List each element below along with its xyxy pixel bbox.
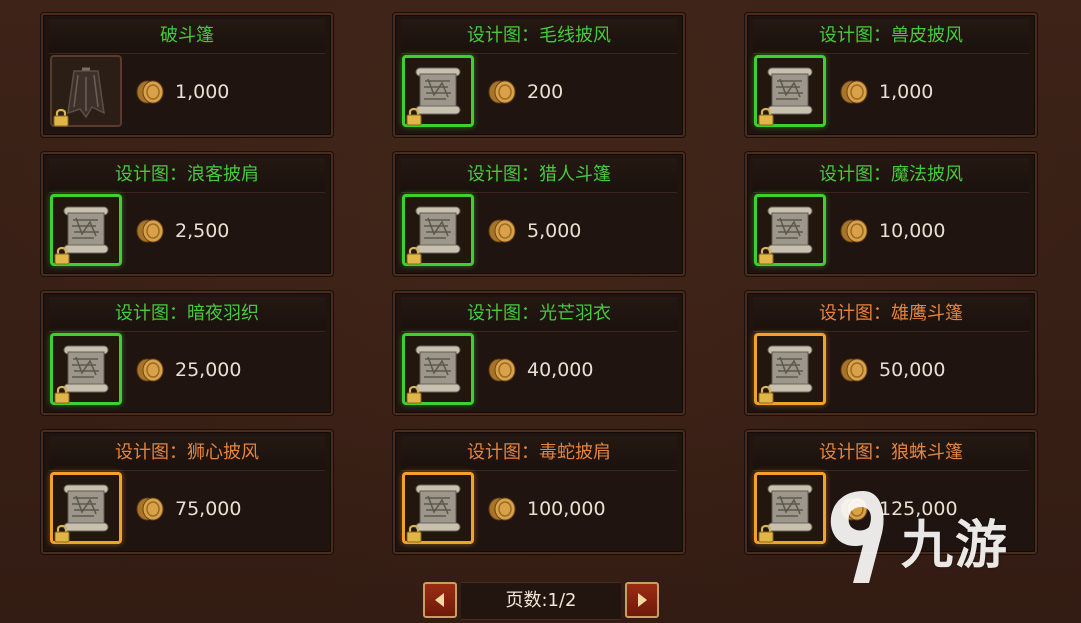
item-card[interactable]: 设计图：浪客披肩 2,500 — [41, 152, 333, 276]
item-title: 破斗篷 — [49, 19, 325, 54]
lock-icon — [758, 524, 774, 543]
item-card[interactable]: 设计图：猎人斗篷 5,000 — [393, 152, 685, 276]
item-price: 1,000 — [175, 81, 230, 103]
coin-icon — [488, 219, 516, 243]
item-thumbnail[interactable] — [754, 333, 826, 405]
item-card[interactable]: 设计图：光芒羽衣 40,000 — [393, 291, 685, 415]
jiuyou-logo-icon — [830, 491, 884, 583]
item-title: 设计图：兽皮披风 — [753, 19, 1029, 54]
item-thumbnail[interactable] — [50, 472, 122, 544]
lock-icon — [758, 385, 774, 404]
lock-icon — [406, 246, 422, 265]
item-thumbnail[interactable] — [754, 194, 826, 266]
lock-icon — [54, 246, 70, 265]
item-card[interactable]: 设计图：魔法披风 10,000 — [745, 152, 1037, 276]
item-price: 200 — [527, 81, 564, 103]
item-thumbnail[interactable] — [50, 55, 122, 127]
item-price: 1,000 — [879, 81, 934, 103]
coin-icon — [840, 219, 868, 243]
watermark: 九游 — [823, 483, 1043, 593]
item-thumbnail[interactable] — [754, 472, 826, 544]
right-arrow-icon — [638, 593, 647, 607]
lock-icon — [758, 246, 774, 265]
item-price: 50,000 — [879, 359, 946, 381]
coin-icon — [488, 80, 516, 104]
item-card[interactable]: 设计图：暗夜羽织 25,000 — [41, 291, 333, 415]
coin-icon — [840, 80, 868, 104]
coin-icon — [840, 358, 868, 382]
coin-icon — [488, 358, 516, 382]
item-card[interactable]: 设计图：雄鹰斗篷 50,000 — [745, 291, 1037, 415]
item-thumbnail[interactable] — [50, 194, 122, 266]
coin-icon — [136, 219, 164, 243]
page-indicator: 页数:1/2 — [461, 582, 621, 620]
left-arrow-icon — [435, 593, 444, 607]
item-price: 75,000 — [175, 498, 242, 520]
item-title: 设计图：雄鹰斗篷 — [753, 297, 1029, 332]
lock-icon — [406, 107, 422, 126]
item-thumbnail[interactable] — [402, 194, 474, 266]
lock-icon — [406, 385, 422, 404]
item-title: 设计图：毒蛇披肩 — [401, 436, 677, 471]
item-price: 2,500 — [175, 220, 230, 242]
item-card[interactable]: 设计图：狮心披风 75,000 — [41, 430, 333, 554]
item-card[interactable]: 设计图：毛线披风 200 — [393, 13, 685, 137]
item-thumbnail[interactable] — [50, 333, 122, 405]
item-title: 设计图：狼蛛斗篷 — [753, 436, 1029, 471]
item-thumbnail[interactable] — [754, 55, 826, 127]
pager: 页数:1/2 — [423, 580, 659, 620]
item-card[interactable]: 设计图：兽皮披风 1,000 — [745, 13, 1037, 137]
item-thumbnail[interactable] — [402, 333, 474, 405]
item-title: 设计图：光芒羽衣 — [401, 297, 677, 332]
item-thumbnail[interactable] — [402, 472, 474, 544]
item-price: 10,000 — [879, 220, 946, 242]
item-price: 25,000 — [175, 359, 242, 381]
prev-page-button[interactable] — [423, 582, 457, 618]
item-thumbnail[interactable] — [402, 55, 474, 127]
item-title: 设计图：猎人斗篷 — [401, 158, 677, 193]
next-page-button[interactable] — [625, 582, 659, 618]
coin-icon — [136, 358, 164, 382]
item-price: 100,000 — [527, 498, 606, 520]
item-title: 设计图：暗夜羽织 — [49, 297, 325, 332]
item-card[interactable]: 设计图：毒蛇披肩 100,000 — [393, 430, 685, 554]
item-title: 设计图：魔法披风 — [753, 158, 1029, 193]
lock-icon — [53, 108, 69, 127]
lock-icon — [758, 107, 774, 126]
lock-icon — [54, 385, 70, 404]
coin-icon — [136, 497, 164, 521]
watermark-text: 九游 — [901, 516, 1010, 576]
item-title: 设计图：狮心披风 — [49, 436, 325, 471]
item-card[interactable]: 破斗篷 1,000 — [41, 13, 333, 137]
lock-icon — [54, 524, 70, 543]
item-title: 设计图：毛线披风 — [401, 19, 677, 54]
coin-icon — [488, 497, 516, 521]
coin-icon — [136, 80, 164, 104]
item-price: 5,000 — [527, 220, 582, 242]
lock-icon — [406, 524, 422, 543]
item-price: 40,000 — [527, 359, 594, 381]
item-title: 设计图：浪客披肩 — [49, 158, 325, 193]
